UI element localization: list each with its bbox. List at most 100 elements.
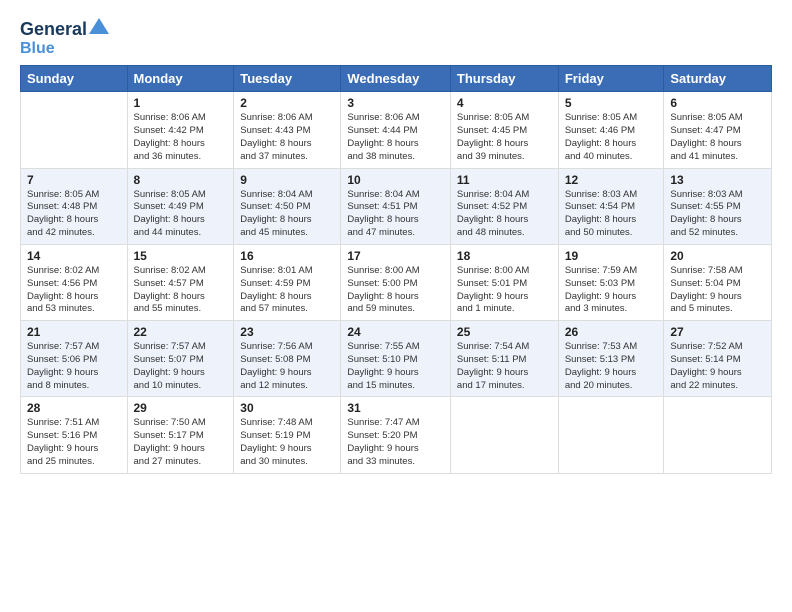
day-number: 30 [240, 401, 334, 415]
calendar-cell: 24Sunrise: 7:55 AM Sunset: 5:10 PM Dayli… [341, 321, 451, 397]
day-number: 31 [347, 401, 444, 415]
calendar-cell: 28 Sunrise: 7:51 AM Sunset: 5:16 PM Dayli… [21, 397, 128, 473]
day-info: Sunrise: 7:54 AM Sunset: 5:11 PM Dayligh… [457, 341, 552, 392]
calendar-cell: 2Sunrise: 8:06 AM Sunset: 4:43 PM Daylig… [234, 92, 341, 168]
calendar-header-friday: Friday [558, 66, 664, 92]
calendar-cell: 19Sunrise: 7:59 AM Sunset: 5:03 PM Dayli… [558, 244, 664, 320]
calendar-cell: 20 Sunrise: 7:58 AM Sunset: 5:04 PM Dayli… [664, 244, 772, 320]
day-number: 29 [134, 401, 228, 415]
day-number: 20 [670, 249, 765, 263]
day-info: Sunrise: 8:04 AM Sunset: 4:50 PM Dayligh… [240, 189, 334, 240]
day-info: Sunrise: 8:04 AM Sunset: 4:51 PM Dayligh… [347, 189, 444, 240]
day-info: Sunrise: 7:57 AM Sunset: 5:06 PM Dayligh… [27, 341, 121, 392]
day-info: Sunrise: 7:56 AM Sunset: 5:08 PM Dayligh… [240, 341, 334, 392]
day-number: 8 [134, 173, 228, 187]
calendar-week-3: 21 Sunrise: 7:57 AM Sunset: 5:06 PM Dayli… [21, 321, 772, 397]
day-number: 13 [670, 173, 765, 187]
day-number: 6 [670, 96, 765, 110]
day-number: 22 [134, 325, 228, 339]
calendar-cell: 25 Sunrise: 7:54 AM Sunset: 5:11 PM Dayli… [450, 321, 558, 397]
day-number: 28 [27, 401, 121, 415]
day-number: 3 [347, 96, 444, 110]
day-number: 10 [347, 173, 444, 187]
logo-icon [89, 16, 109, 36]
calendar-cell: 16Sunrise: 8:01 AM Sunset: 4:59 PM Dayli… [234, 244, 341, 320]
day-number: 16 [240, 249, 334, 263]
calendar-week-1: 7Sunrise: 8:05 AM Sunset: 4:48 PM Daylig… [21, 168, 772, 244]
day-number: 15 [134, 249, 228, 263]
calendar-cell [450, 397, 558, 473]
day-info: Sunrise: 7:47 AM Sunset: 5:20 PM Dayligh… [347, 417, 444, 468]
calendar-cell: 9 Sunrise: 8:04 AM Sunset: 4:50 PM Daylig… [234, 168, 341, 244]
day-info: Sunrise: 8:05 AM Sunset: 4:45 PM Dayligh… [457, 112, 552, 163]
day-info: Sunrise: 8:00 AM Sunset: 5:00 PM Dayligh… [347, 265, 444, 316]
calendar-cell: 29 Sunrise: 7:50 AM Sunset: 5:17 PM Dayli… [127, 397, 234, 473]
day-info: Sunrise: 7:57 AM Sunset: 5:07 PM Dayligh… [134, 341, 228, 392]
day-info: Sunrise: 7:58 AM Sunset: 5:04 PM Dayligh… [670, 265, 765, 316]
header: General Blue [20, 16, 772, 57]
day-info: Sunrise: 7:48 AM Sunset: 5:19 PM Dayligh… [240, 417, 334, 468]
page: General Blue SundayMondayTuesdayWednesda… [0, 0, 792, 612]
calendar-header-monday: Monday [127, 66, 234, 92]
calendar-header-row: SundayMondayTuesdayWednesdayThursdayFrid… [21, 66, 772, 92]
calendar-cell: 11Sunrise: 8:04 AM Sunset: 4:52 PM Dayli… [450, 168, 558, 244]
calendar-cell: 30 Sunrise: 7:48 AM Sunset: 5:19 PM Dayli… [234, 397, 341, 473]
calendar-week-0: 1 Sunrise: 8:06 AM Sunset: 4:42 PM Daylig… [21, 92, 772, 168]
calendar-cell: 13 Sunrise: 8:03 AM Sunset: 4:55 PM Dayli… [664, 168, 772, 244]
calendar-cell [21, 92, 128, 168]
calendar-cell: 15 Sunrise: 8:02 AM Sunset: 4:57 PM Dayli… [127, 244, 234, 320]
calendar-cell: 1 Sunrise: 8:06 AM Sunset: 4:42 PM Daylig… [127, 92, 234, 168]
calendar-cell: 31 Sunrise: 7:47 AM Sunset: 5:20 PM Dayli… [341, 397, 451, 473]
day-info: Sunrise: 8:05 AM Sunset: 4:48 PM Dayligh… [27, 189, 121, 240]
day-info: Sunrise: 8:03 AM Sunset: 4:54 PM Dayligh… [565, 189, 658, 240]
day-info: Sunrise: 8:02 AM Sunset: 4:57 PM Dayligh… [134, 265, 228, 316]
day-number: 14 [27, 249, 121, 263]
day-info: Sunrise: 8:00 AM Sunset: 5:01 PM Dayligh… [457, 265, 552, 316]
day-number: 4 [457, 96, 552, 110]
day-info: Sunrise: 8:05 AM Sunset: 4:46 PM Dayligh… [565, 112, 658, 163]
day-number: 1 [134, 96, 228, 110]
day-number: 21 [27, 325, 121, 339]
day-info: Sunrise: 7:50 AM Sunset: 5:17 PM Dayligh… [134, 417, 228, 468]
calendar-cell [664, 397, 772, 473]
day-number: 2 [240, 96, 334, 110]
calendar-week-2: 14 Sunrise: 8:02 AM Sunset: 4:56 PM Dayli… [21, 244, 772, 320]
calendar-cell: 27Sunrise: 7:52 AM Sunset: 5:14 PM Dayli… [664, 321, 772, 397]
day-info: Sunrise: 8:06 AM Sunset: 4:44 PM Dayligh… [347, 112, 444, 163]
calendar-cell: 26 Sunrise: 7:53 AM Sunset: 5:13 PM Dayli… [558, 321, 664, 397]
day-info: Sunrise: 8:02 AM Sunset: 4:56 PM Dayligh… [27, 265, 121, 316]
day-info: Sunrise: 7:51 AM Sunset: 5:16 PM Dayligh… [27, 417, 121, 468]
day-number: 23 [240, 325, 334, 339]
calendar-header-saturday: Saturday [664, 66, 772, 92]
calendar-cell: 3 Sunrise: 8:06 AM Sunset: 4:44 PM Daylig… [341, 92, 451, 168]
calendar-cell: 5 Sunrise: 8:05 AM Sunset: 4:46 PM Daylig… [558, 92, 664, 168]
logo-text-blue: Blue [20, 40, 109, 58]
calendar-cell: 23 Sunrise: 7:56 AM Sunset: 5:08 PM Dayli… [234, 321, 341, 397]
calendar-header-thursday: Thursday [450, 66, 558, 92]
day-info: Sunrise: 7:53 AM Sunset: 5:13 PM Dayligh… [565, 341, 658, 392]
calendar: SundayMondayTuesdayWednesdayThursdayFrid… [20, 65, 772, 473]
calendar-cell: 8 Sunrise: 8:05 AM Sunset: 4:49 PM Daylig… [127, 168, 234, 244]
calendar-cell: 4 Sunrise: 8:05 AM Sunset: 4:45 PM Daylig… [450, 92, 558, 168]
day-number: 9 [240, 173, 334, 187]
day-info: Sunrise: 8:05 AM Sunset: 4:49 PM Dayligh… [134, 189, 228, 240]
day-number: 25 [457, 325, 552, 339]
calendar-cell: 12 Sunrise: 8:03 AM Sunset: 4:54 PM Dayli… [558, 168, 664, 244]
calendar-cell: 14 Sunrise: 8:02 AM Sunset: 4:56 PM Dayli… [21, 244, 128, 320]
day-number: 5 [565, 96, 658, 110]
logo-text-general: General [20, 20, 87, 40]
day-info: Sunrise: 8:06 AM Sunset: 4:42 PM Dayligh… [134, 112, 228, 163]
calendar-cell: 18Sunrise: 8:00 AM Sunset: 5:01 PM Dayli… [450, 244, 558, 320]
day-number: 24 [347, 325, 444, 339]
calendar-cell: 22 Sunrise: 7:57 AM Sunset: 5:07 PM Dayli… [127, 321, 234, 397]
day-info: Sunrise: 8:03 AM Sunset: 4:55 PM Dayligh… [670, 189, 765, 240]
day-number: 26 [565, 325, 658, 339]
calendar-cell: 7Sunrise: 8:05 AM Sunset: 4:48 PM Daylig… [21, 168, 128, 244]
day-number: 12 [565, 173, 658, 187]
calendar-header-sunday: Sunday [21, 66, 128, 92]
day-number: 17 [347, 249, 444, 263]
logo: General Blue [20, 20, 109, 57]
calendar-header-tuesday: Tuesday [234, 66, 341, 92]
calendar-cell [558, 397, 664, 473]
day-info: Sunrise: 7:52 AM Sunset: 5:14 PM Dayligh… [670, 341, 765, 392]
